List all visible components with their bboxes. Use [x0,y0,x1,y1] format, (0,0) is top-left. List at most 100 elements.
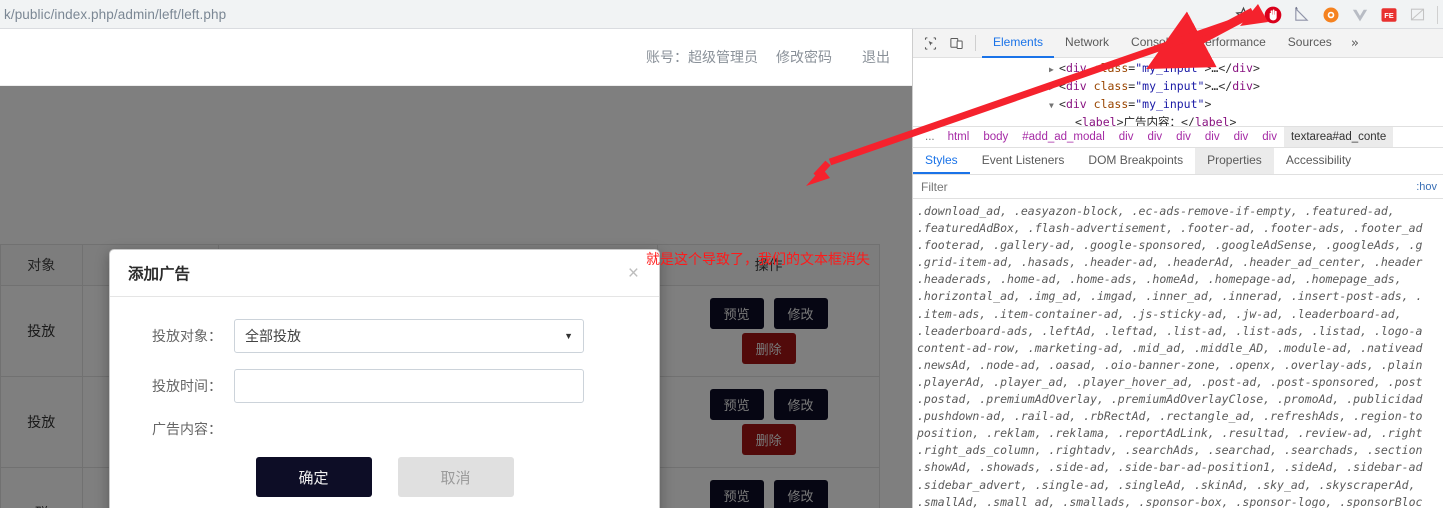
address-bar[interactable]: k/public/index.php/admin/left/left.php [0,2,1190,27]
dom-token: "my_input" [1135,97,1205,111]
web-page-viewport: 账号：超级管理员 修改密码 退出 对象 操作 投放 2 [0,29,912,508]
target-select-value: 全部投放 [245,328,301,344]
dom-token: > [1252,61,1260,75]
modal-actions: 确定 取消 [110,457,659,497]
dom-token: > [1116,115,1124,126]
breadcrumb-item[interactable]: div [1140,131,1169,143]
content-label: 广告内容： [152,421,222,437]
dom-token: label [1194,115,1230,126]
dom-tree-line[interactable]: ▼ <div class="my_input"> [913,96,1443,114]
fe-helper-icon[interactable]: FE [1374,0,1403,29]
dom-token: "my_input" [1135,61,1205,75]
dom-tree[interactable]: ▶ <div class="my_input">…</div> ▶ <div clas… [913,58,1443,126]
tab-elements[interactable]: Elements [982,29,1055,58]
styles-filter-row: :hov [913,175,1443,199]
breadcrumb-item[interactable]: textarea#ad_conte [1283,127,1394,147]
vue-devtools-icon[interactable] [1345,0,1374,29]
css-selector-line: .grid-item-ad, .hasads, .header-ad, .hea… [917,255,1423,270]
dom-token: div [1232,61,1253,75]
add-ad-modal: 添加广告 × 投放对象： 全部投放 ▼ 投放时间： 广告内容： 确定 取消 [109,249,660,508]
chevron-right-icon[interactable]: ▶ [1049,61,1059,78]
chevron-down-icon[interactable]: ▼ [1049,97,1059,114]
subtab-styles[interactable]: Styles [913,148,970,174]
dom-token: div [1065,79,1087,93]
device-toolbar-icon[interactable] [943,31,969,55]
svg-text:FE: FE [1384,11,1394,20]
dom-token [1087,97,1094,111]
breadcrumb-item[interactable]: div [1112,131,1141,143]
adblock-hand-icon[interactable] [1258,0,1287,29]
field-row-target: 投放对象： 全部投放 ▼ [110,319,659,353]
breadcrumb-item[interactable]: html [941,131,977,143]
dom-token: class [1093,97,1129,111]
filter-input[interactable] [919,175,1411,198]
css-selector-line: .sidebar_advert, .single-ad, .singleAd, … [917,477,1416,492]
dom-tree-line[interactable]: <label>广告内容：</label> [913,114,1443,126]
css-selector-line: .leaderboard-ads, .leftAd, .leftad, .lis… [917,323,1423,338]
url-text: k/public/index.php/admin/left/left.php [4,7,227,22]
dom-token: < [1059,61,1066,75]
dom-tree-line[interactable]: ▶ <div class="my_input">…</div> [913,60,1443,78]
dom-token: > [1229,115,1237,126]
breadcrumb-item[interactable]: body [976,131,1015,143]
dom-tree-line[interactable]: ▶ <div class="my_input">…</div> [913,78,1443,96]
modal-header: 添加广告 × [110,250,659,297]
dom-token [1087,79,1094,93]
subtab-dom-breakpoints[interactable]: DOM Breakpoints [1076,148,1195,174]
time-label: 投放时间： [152,378,222,394]
breadcrumb-item[interactable]: #add_ad_modal [1015,131,1112,143]
dom-token: < [1059,97,1066,111]
logout-link[interactable]: 退出 [862,47,890,67]
chevron-right-icon[interactable]: ▶ [1049,79,1059,96]
dom-token: class [1093,79,1129,93]
css-selector-line: .item-ads, .item-container-ad, .js-stick… [917,306,1402,321]
breadcrumb-item[interactable]: div [1169,131,1198,143]
css-selector-line: .smallAd, .small_ad, .smallads, .sponsor… [917,494,1423,508]
admin-page-header: 账号：超级管理员 修改密码 退出 [0,29,912,86]
measure-tool-icon[interactable] [1287,0,1316,29]
css-selector-line: .newsAd, .node-ad, .oasad, .oio-banner-z… [917,357,1423,372]
red-annotation-text: 就是这个导致了，我们的文本框消失 [646,252,870,268]
bookmark-star-icon[interactable] [1229,0,1258,29]
inspect-element-icon[interactable] [917,31,943,55]
time-input[interactable] [234,369,584,403]
tab-network[interactable]: Network [1054,29,1120,58]
change-password-link[interactable]: 修改密码 [776,47,832,67]
tab-sources[interactable]: Sources [1277,29,1343,58]
breadcrumb-item[interactable]: div [1198,131,1227,143]
breadcrumb-item[interactable]: ... [919,131,941,143]
dom-token: "my_input" [1135,79,1205,93]
subtab-event-listeners[interactable]: Event Listeners [970,148,1077,174]
confirm-button[interactable]: 确定 [255,457,372,497]
devtools-panel: Elements Network Console Performance Sou… [912,29,1443,508]
dom-token: < [1059,79,1066,93]
browser-toolbar: k/public/index.php/admin/left/left.php F… [0,0,1443,29]
css-selector-line: .postad, .premiumAdOverlay, .premiumAdOv… [917,392,1423,407]
tab-console[interactable]: Console [1120,29,1186,58]
subtab-accessibility[interactable]: Accessibility [1274,148,1363,174]
target-select[interactable]: 全部投放 ▼ [234,319,584,353]
field-row-time: 投放时间： [110,369,659,403]
dom-token: class [1093,61,1129,75]
close-icon[interactable]: × [626,264,641,283]
dom-token: label [1081,115,1117,126]
screenshot-root: k/public/index.php/admin/left/left.php F… [0,0,1443,508]
disabled-extension-icon[interactable] [1403,0,1432,29]
modal-title: 添加广告 [128,266,191,283]
field-row-content: 广告内容： [110,419,659,439]
dom-token: </ [1181,115,1195,126]
force-state-hov-button[interactable]: :hov [1410,181,1443,193]
css-selector-line: position, .reklam, .reklama, .reportAdLi… [917,426,1423,441]
dom-token [1087,61,1094,75]
more-tabs-icon[interactable]: » [1343,29,1367,58]
orange-circle-extension-icon[interactable] [1316,0,1345,29]
dom-token: > [1252,79,1260,93]
cancel-button[interactable]: 取消 [397,457,514,497]
css-selector-line: .horizontal_ad, .img_ad, .imgad, .inner_… [917,289,1423,304]
chevron-down-icon: ▼ [564,331,573,341]
css-selector-line: content-ad-row, .marketing-ad, .mid_ad, … [917,340,1423,355]
tab-performance[interactable]: Performance [1186,29,1277,58]
breadcrumb-item[interactable]: div [1227,131,1256,143]
subtab-properties[interactable]: Properties [1195,148,1274,174]
breadcrumb-item[interactable]: div [1255,131,1284,143]
